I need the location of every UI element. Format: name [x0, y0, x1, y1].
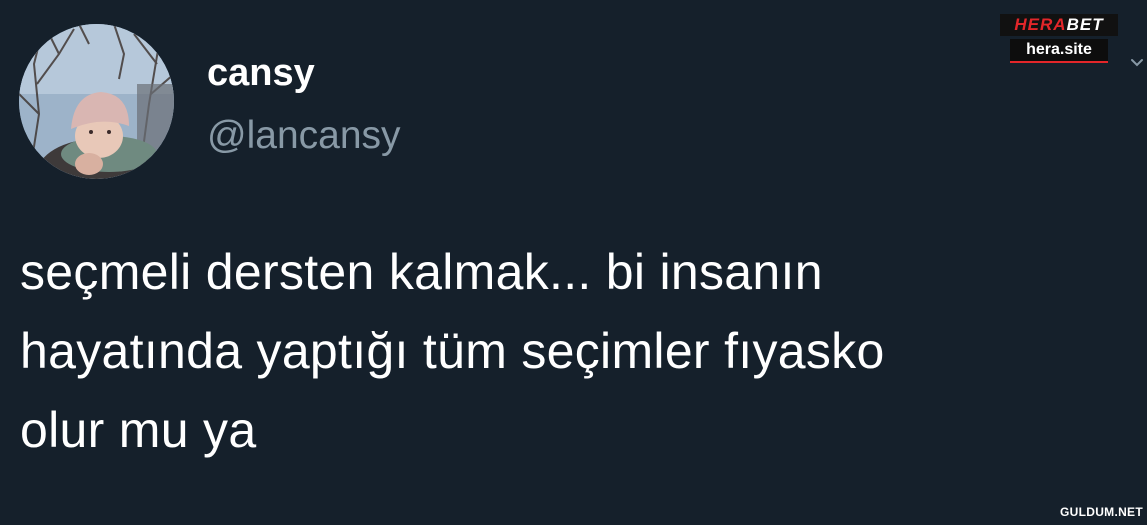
- herabet-watermark: HERA BET hera.site: [994, 14, 1124, 64]
- tweet-text: seçmeli dersten kalmak... bi insanın hay…: [20, 233, 1140, 470]
- avatar-photo: [19, 24, 174, 179]
- tweet-text-line: hayatında yaptığı tüm seçimler fıyasko: [20, 323, 885, 379]
- watermark-logo: HERA BET: [1000, 14, 1118, 36]
- chevron-down-icon[interactable]: [1130, 56, 1144, 70]
- user-handle[interactable]: @lancansy: [207, 114, 401, 158]
- watermark-site: hera.site: [1010, 39, 1108, 63]
- watermark-logo-part2: BET: [1066, 15, 1104, 34]
- watermark-logo-part1: HERA: [1014, 15, 1067, 34]
- guldum-watermark: GULDUM.NET: [1060, 505, 1143, 519]
- tweet-card: cansy @lancansy seçmeli dersten kalmak..…: [0, 0, 1147, 525]
- tweet-text-line: olur mu ya: [20, 402, 257, 458]
- avatar[interactable]: [19, 24, 174, 179]
- display-name[interactable]: cansy: [207, 52, 315, 95]
- tweet-text-line: seçmeli dersten kalmak... bi insanın: [20, 244, 823, 300]
